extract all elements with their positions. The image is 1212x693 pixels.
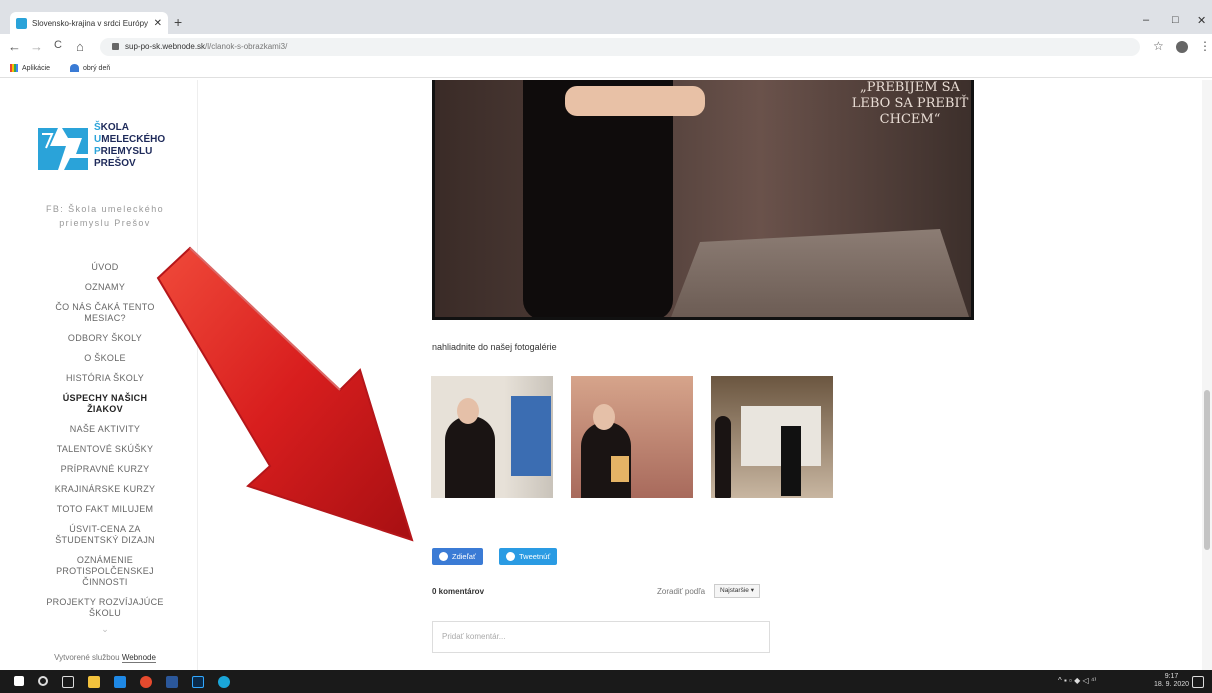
lock-icon xyxy=(112,43,119,50)
browser-toolbar: ← → C ⌂ sup-po-sk.webnode.sk/l/clanok-s-… xyxy=(0,34,1212,60)
facebook-link-line-1: FB: Škola umeleckého xyxy=(45,204,165,214)
red-arrow-annotation-icon xyxy=(156,246,414,542)
close-window-icon[interactable]: ✕ xyxy=(1197,14,1206,27)
home-icon[interactable]: ⌂ xyxy=(76,39,84,54)
clock-date: 18. 9. 2020 xyxy=(1154,681,1190,688)
edge-icon[interactable] xyxy=(218,676,230,688)
logo-line-1: ŠKOLA xyxy=(94,122,130,133)
twitter-icon xyxy=(506,552,515,561)
comments-count: 0 komentárov xyxy=(432,587,485,596)
created-by-prefix: Vytvorené službou xyxy=(54,653,120,662)
url-host: sup-po-sk.webnode.sk xyxy=(125,42,206,51)
thumb-book xyxy=(611,456,629,482)
school-logo-text: ŠKOLA UMELECKÉHO PRIEMYSLU PREŠOV xyxy=(94,122,165,170)
bookmark-site-icon xyxy=(70,64,79,72)
logo-line-4: PREŠOV xyxy=(94,158,136,169)
gallery-caption: nahliadnite do našej fotogalérie xyxy=(432,342,557,352)
task-view-icon[interactable] xyxy=(62,676,74,688)
thumb-person xyxy=(445,416,495,498)
thumb-face xyxy=(593,404,615,430)
windows-taskbar: ^ ▪ ▫ ◆ ◁ ⁴⁾ 9:17 18. 9. 2020 xyxy=(0,670,1212,693)
school-logo[interactable]: ŠKOLA UMELECKÉHO PRIEMYSLU PREŠOV xyxy=(36,122,176,182)
sort-label: Zoradiť podľa xyxy=(657,587,706,596)
gallery-thumbnail-1[interactable] xyxy=(431,376,553,498)
hero-person xyxy=(523,80,673,317)
tab-close-icon[interactable]: ✕ xyxy=(154,18,162,29)
bookmark-apps-label: Aplikácie xyxy=(22,64,51,72)
page-scrollbar-thumb[interactable] xyxy=(1204,390,1210,550)
apps-grid-icon xyxy=(10,64,18,72)
address-bar[interactable]: sup-po-sk.webnode.sk/l/clanok-s-obrazkam… xyxy=(100,38,1140,56)
screen: { "browser": { "tab_title": "Slovensko-k… xyxy=(0,0,1212,693)
forward-arrow-icon[interactable]: → xyxy=(30,39,43,54)
browser-tab[interactable]: Slovensko-krajina v srdci Európy ✕ xyxy=(10,12,168,34)
thumb-camera-tripod xyxy=(781,426,801,496)
profile-avatar-icon[interactable] xyxy=(1176,41,1188,53)
menu-item-projekty[interactable]: PROJEKTY ROZVÍJAJÚCE ŠKOLU xyxy=(12,597,198,619)
facebook-link-line-2: priemyslu Prešov xyxy=(59,218,151,228)
facebook-share-button[interactable]: Zdieľať xyxy=(432,548,483,565)
bookmark-open-day[interactable]: obrý deň xyxy=(70,64,110,72)
word-icon[interactable] xyxy=(166,676,178,688)
bookmark-apps[interactable]: Aplikácie xyxy=(10,64,50,72)
file-explorer-icon[interactable] xyxy=(88,676,100,688)
bookmark-open-day-label: obrý deň xyxy=(83,64,111,72)
facebook-link[interactable]: FB: Škola umeleckého priemyslu Prešov xyxy=(12,202,198,230)
thumb-poster xyxy=(511,396,551,476)
twitter-share-label: Tweetnúť xyxy=(519,552,551,561)
photoshop-icon[interactable] xyxy=(192,676,204,688)
hero-sign-text: „PREBIJEM SA LEBO SA PREBIŤ CHCEM“ xyxy=(851,80,969,127)
taskbar-clock[interactable]: 9:17 18. 9. 2020 xyxy=(1154,673,1189,689)
comment-input[interactable]: Pridať komentár... xyxy=(432,621,770,653)
gallery-thumbnail-2[interactable] xyxy=(571,376,693,498)
search-icon[interactable] xyxy=(38,676,48,686)
clock-time: 9:17 xyxy=(1164,673,1179,680)
gallery-thumbnail-3[interactable] xyxy=(711,376,833,498)
system-tray[interactable]: ^ ▪ ▫ ◆ ◁ ⁴⁾ xyxy=(1058,676,1096,685)
browser-menu-icon[interactable]: ⋮ xyxy=(1199,39,1211,53)
webnode-favicon-icon xyxy=(16,17,27,29)
menu-item-oznamenie[interactable]: OZNÁMENIE PROTISPOLČENSKEJ ČINNOSTI xyxy=(12,555,198,588)
thumb-person xyxy=(715,416,731,498)
tab-strip: Slovensko-krajina v srdci Európy ✕ + – □… xyxy=(0,0,1212,34)
windows-start-icon[interactable] xyxy=(14,676,24,686)
page-scrollbar[interactable] xyxy=(1202,80,1212,670)
back-arrow-icon[interactable]: ← xyxy=(8,39,21,54)
facebook-share-label: Zdieľať xyxy=(452,552,476,561)
article-hero-photo[interactable]: „PREBIJEM SA LEBO SA PREBIŤ CHCEM“ xyxy=(432,80,974,320)
twitter-share-button[interactable]: Tweetnúť xyxy=(499,548,558,565)
logo-line-2: UMELECKÉHO xyxy=(94,134,166,145)
school-logo-mark-icon xyxy=(38,128,88,170)
chrome-icon[interactable] xyxy=(140,676,152,688)
sort-select[interactable]: Najstaršie ▾ xyxy=(714,584,760,598)
logo-line-3: PRIEMYSLU xyxy=(94,146,153,157)
bookmark-star-icon[interactable]: ☆ xyxy=(1153,39,1164,53)
reload-icon[interactable]: C xyxy=(54,39,62,51)
webnode-link[interactable]: Webnode xyxy=(121,653,156,663)
bookmarks-bar: Aplikácie obrý deň xyxy=(0,60,1212,78)
maximize-icon[interactable]: □ xyxy=(1172,14,1179,26)
menu-more-chevron-icon[interactable]: ⌄ xyxy=(12,624,198,635)
facebook-icon xyxy=(439,552,448,561)
tab-title: Slovensko-krajina v srdci Európy xyxy=(32,18,149,28)
minimize-icon[interactable]: – xyxy=(1143,14,1149,26)
thumb-face xyxy=(457,398,479,424)
new-tab-button[interactable]: + xyxy=(174,14,182,30)
url-path: /l/clanok-s-obrazkami3/ xyxy=(205,42,288,51)
skype-icon[interactable] xyxy=(114,676,126,688)
created-by-footer: Vytvorené službou Webnode xyxy=(12,653,198,663)
hero-hands xyxy=(565,86,705,116)
notifications-icon[interactable] xyxy=(1192,676,1204,688)
